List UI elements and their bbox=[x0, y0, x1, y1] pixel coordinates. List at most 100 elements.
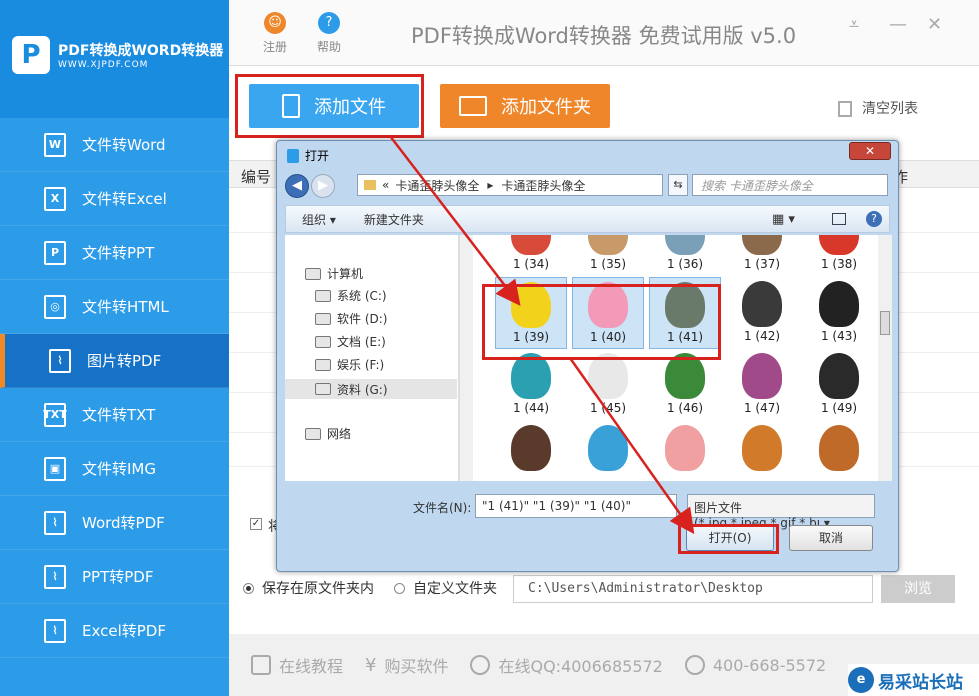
navigation-scrollbar[interactable] bbox=[459, 235, 473, 481]
tree-item[interactable]: 资料 (G:) bbox=[285, 379, 457, 399]
file-item-label: 1 (47) bbox=[743, 401, 781, 415]
dialog-close-button[interactable]: ✕ bbox=[849, 142, 891, 160]
image-thumbnail-icon bbox=[819, 235, 859, 255]
close-icon[interactable]: ✕ bbox=[927, 14, 942, 35]
search-input[interactable]: 搜索 卡通歪脖头像全 bbox=[692, 174, 888, 196]
online-qq-link[interactable]: 在线QQ:4006685572 bbox=[470, 653, 663, 677]
file-item[interactable] bbox=[572, 421, 644, 481]
file-item[interactable] bbox=[495, 421, 567, 481]
sidebar-item-0[interactable]: W 文件转Word bbox=[0, 118, 229, 172]
sidebar-item-label: 文件转PPT bbox=[82, 244, 155, 262]
radio-save-original[interactable] bbox=[243, 582, 254, 594]
file-item[interactable]: 1 (42) bbox=[726, 277, 798, 349]
filetype-select[interactable]: 图片文件(*.jpg,*.jpeg,*.gif,*.bı ▾ bbox=[687, 494, 875, 530]
sidebar-item-9[interactable]: ⌇ Excel转PDF bbox=[0, 604, 229, 658]
nav-icon: ⌇ bbox=[44, 564, 66, 589]
sidebar-item-6[interactable]: ▣ 文件转IMG bbox=[0, 442, 229, 496]
file-item[interactable]: 1 (34) bbox=[495, 235, 567, 277]
sidebar-item-7[interactable]: ⌇ Word转PDF bbox=[0, 496, 229, 550]
file-item[interactable]: 1 (37) bbox=[726, 235, 798, 277]
sidebar-item-1[interactable]: X 文件转Excel bbox=[0, 172, 229, 226]
image-thumbnail-icon bbox=[665, 425, 705, 471]
logo-title: PDF转换成WORD转换器 bbox=[58, 43, 224, 59]
nav-icon: ◎ bbox=[44, 294, 66, 319]
new-folder-button[interactable]: 新建文件夹 bbox=[364, 211, 424, 228]
view-options-icon[interactable]: ▦ ▾ bbox=[772, 212, 795, 227]
tree-item[interactable]: 计算机 bbox=[305, 265, 363, 282]
filename-label: 文件名(N): bbox=[413, 501, 472, 515]
clear-list-button[interactable]: 清空列表 bbox=[838, 98, 918, 118]
dialog-title: 打开 bbox=[305, 149, 330, 163]
image-thumbnail-icon bbox=[742, 235, 782, 255]
file-item[interactable] bbox=[726, 421, 798, 481]
tree-item[interactable]: 系统 (C:) bbox=[315, 287, 387, 304]
phone-link[interactable]: 400-668-5572 bbox=[684, 655, 827, 675]
dialog-app-icon bbox=[287, 148, 299, 163]
tree-item[interactable]: 文档 (E:) bbox=[315, 333, 386, 350]
file-list-scrollbar[interactable] bbox=[878, 235, 892, 481]
file-item-label: 1 (49) bbox=[820, 401, 858, 415]
back-button[interactable]: ◀ bbox=[285, 174, 309, 198]
command-bar: 组织 ▾ 新建文件夹 ▦ ▾ ? bbox=[285, 205, 890, 233]
file-item[interactable]: 1 (36) bbox=[649, 235, 721, 277]
tree-item-label: 网络 bbox=[327, 427, 352, 441]
phone-icon bbox=[684, 655, 705, 675]
add-folder-button[interactable]: 添加文件夹 bbox=[440, 84, 610, 128]
address-field[interactable]: « 卡通歪脖头像全 ▸ 卡通歪脖头像全 bbox=[357, 174, 663, 196]
output-path-input[interactable]: C:\Users\Administrator\Desktop bbox=[513, 575, 873, 603]
nav-icon: X bbox=[44, 186, 66, 211]
minimize-icon[interactable]: — bbox=[889, 14, 907, 35]
phone-label: 400-668-5572 bbox=[712, 655, 827, 675]
file-item[interactable]: 1 (43) bbox=[803, 277, 875, 349]
cancel-button[interactable]: 取消 bbox=[789, 525, 873, 551]
file-item[interactable] bbox=[803, 421, 875, 481]
help-button[interactable]: ? 帮助 bbox=[309, 12, 349, 55]
radio-custom-folder[interactable] bbox=[394, 582, 405, 594]
preview-pane-icon[interactable] bbox=[832, 213, 846, 225]
file-item[interactable]: 1 (47) bbox=[726, 349, 798, 421]
tree-item[interactable]: 网络 bbox=[305, 425, 351, 442]
file-item-label: 1 (38) bbox=[820, 257, 858, 271]
help-icon: ? bbox=[318, 12, 340, 34]
register-label: 注册 bbox=[262, 40, 287, 54]
sidebar-item-5[interactable]: TXT 文件转TXT bbox=[0, 388, 229, 442]
online-tutorial-link[interactable]: 在线教程 bbox=[251, 653, 343, 677]
file-item[interactable]: 1 (38) bbox=[803, 235, 875, 277]
tree-item-label: 计算机 bbox=[327, 267, 364, 281]
sidebar-item-label: Excel转PDF bbox=[82, 622, 166, 640]
menu-icon[interactable]: ⩡ bbox=[849, 14, 859, 35]
folder-icon bbox=[364, 180, 376, 190]
clear-list-label: 清空列表 bbox=[862, 101, 918, 117]
filename-input[interactable]: "1 (41)" "1 (39)" "1 (40)" bbox=[475, 494, 677, 518]
help-icon[interactable]: ? bbox=[866, 211, 882, 227]
save-options: 保存在原文件夹内 自定义文件夹 bbox=[243, 578, 497, 598]
file-item[interactable] bbox=[649, 421, 721, 481]
refresh-icon[interactable]: ⇆ bbox=[668, 174, 688, 196]
buy-software-link[interactable]: ¥ 购买软件 bbox=[365, 653, 448, 677]
merge-checkbox[interactable]: ✓ bbox=[250, 518, 262, 530]
image-thumbnail-icon bbox=[819, 281, 859, 327]
file-item[interactable]: 1 (49) bbox=[803, 349, 875, 421]
register-button[interactable]: ☺ 注册 bbox=[255, 12, 295, 55]
file-item-label: 1 (43) bbox=[820, 329, 858, 343]
sidebar-item-2[interactable]: P 文件转PPT bbox=[0, 226, 229, 280]
drive-icon bbox=[315, 312, 331, 325]
network-icon bbox=[305, 427, 321, 440]
scrollbar-thumb[interactable] bbox=[880, 311, 890, 335]
sidebar-item-label: 文件转HTML bbox=[82, 298, 169, 316]
organize-menu[interactable]: 组织 ▾ bbox=[302, 211, 336, 228]
sidebar-item-8[interactable]: ⌇ PPT转PDF bbox=[0, 550, 229, 604]
tree-item[interactable]: 娱乐 (F:) bbox=[315, 356, 384, 373]
nav-icon: ⌇ bbox=[49, 348, 71, 373]
breadcrumb-separator-icon: ▸ bbox=[487, 178, 494, 192]
sidebar-item-3[interactable]: ◎ 文件转HTML bbox=[0, 280, 229, 334]
image-thumbnail-icon bbox=[588, 425, 628, 471]
browse-button[interactable]: 浏览 bbox=[881, 575, 955, 603]
file-item[interactable]: 1 (35) bbox=[572, 235, 644, 277]
sidebar-item-4[interactable]: ⌇ 图片转PDF bbox=[0, 334, 229, 388]
breadcrumb-item[interactable]: 卡通歪脖头像全 bbox=[501, 177, 585, 194]
tree-item[interactable]: 软件 (D:) bbox=[315, 310, 387, 327]
drive-icon bbox=[315, 289, 331, 302]
breadcrumb-item[interactable]: 卡通歪脖头像全 bbox=[395, 177, 479, 194]
forward-button[interactable]: ▶ bbox=[311, 174, 335, 198]
